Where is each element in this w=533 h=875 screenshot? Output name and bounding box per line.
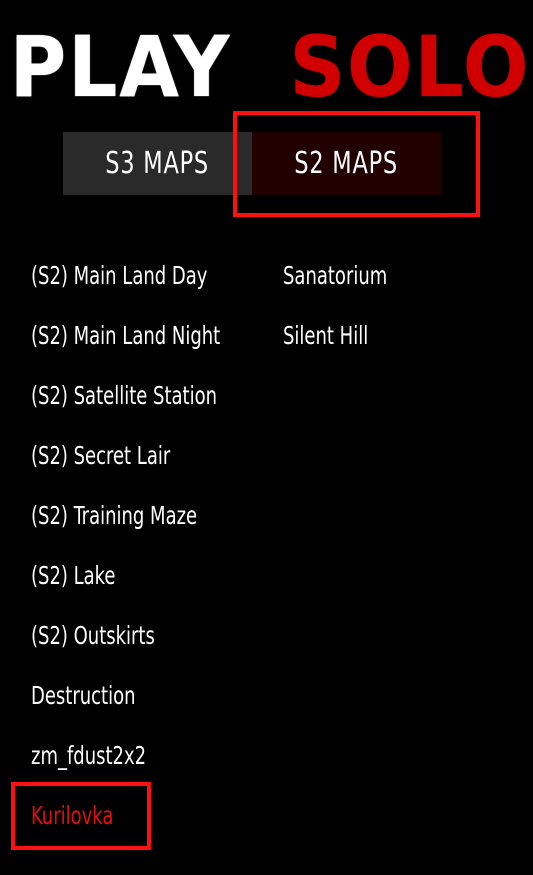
tab-s3-maps[interactable]: S3 MAPS (63, 132, 252, 195)
map-item-label: Kurilovka (31, 800, 114, 830)
map-item-main-land-day[interactable]: (S2) Main Land Day (31, 245, 268, 305)
map-item-label: (S2) Training Maze (31, 500, 198, 530)
map-item-label: (S2) Main Land Night (31, 320, 221, 350)
map-item-main-land-night[interactable]: (S2) Main Land Night (31, 305, 268, 365)
map-item-sanatorium[interactable]: Sanatorium (283, 245, 413, 305)
map-item-secret-lair[interactable]: (S2) Secret Lair (31, 425, 268, 485)
map-item-lake[interactable]: (S2) Lake (31, 545, 268, 605)
map-item-satellite-station[interactable]: (S2) Satellite Station (31, 365, 268, 425)
map-item-outskirts[interactable]: (S2) Outskirts (31, 605, 268, 665)
map-item-label: (S2) Secret Lair (31, 440, 171, 470)
map-item-label: (S2) Lake (31, 560, 116, 590)
map-item-label: (S2) Satellite Station (31, 380, 218, 410)
map-item-destruction[interactable]: Destruction (31, 665, 268, 725)
map-item-label: Silent Hill (283, 320, 369, 350)
map-list-column-1: (S2) Main Land Day (S2) Main Land Night … (31, 245, 268, 845)
title-play: PLAY (9, 18, 232, 116)
map-item-kurilovka[interactable]: Kurilovka (31, 785, 268, 845)
tab-s2-maps-label: S2 MAPS (294, 146, 399, 181)
tab-s2-maps[interactable]: S2 MAPS (252, 132, 441, 195)
map-item-label: zm_fdust2x2 (31, 740, 147, 770)
title-solo: SOLO (289, 18, 531, 116)
map-item-label: (S2) Main Land Day (31, 260, 208, 290)
tab-s3-maps-label: S3 MAPS (105, 146, 210, 181)
map-item-silent-hill[interactable]: Silent Hill (283, 305, 413, 365)
map-item-label: Destruction (31, 680, 136, 710)
map-item-label: (S2) Outskirts (31, 620, 155, 650)
map-item-zm-fdust2x2[interactable]: zm_fdust2x2 (31, 725, 268, 785)
map-item-label: Sanatorium (283, 260, 388, 290)
map-item-training-maze[interactable]: (S2) Training Maze (31, 485, 268, 545)
map-list-column-2: Sanatorium Silent Hill (283, 245, 413, 365)
map-season-tabs: S3 MAPS S2 MAPS (63, 132, 441, 195)
page-title: PLAY SOLO (0, 22, 533, 112)
